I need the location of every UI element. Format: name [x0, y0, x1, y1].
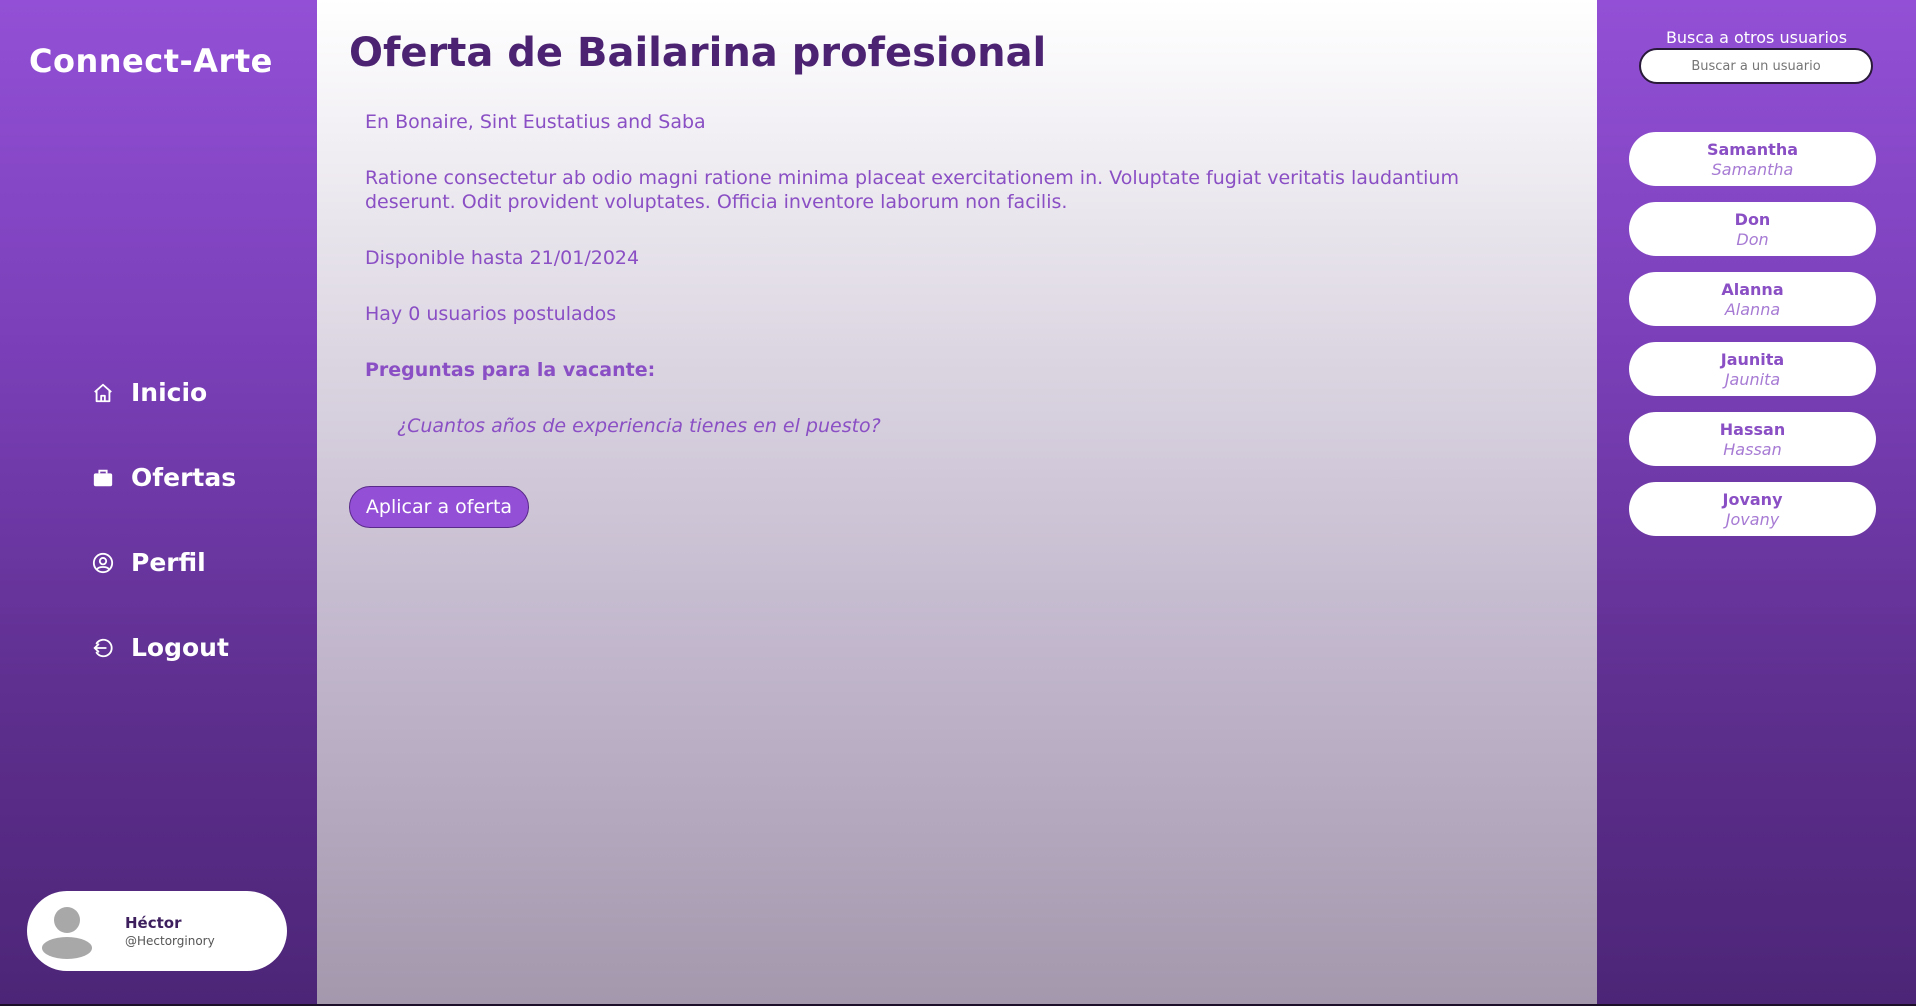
- logout-icon: [91, 636, 115, 660]
- main-nav: Inicio Ofertas Perfil Logout: [91, 350, 236, 690]
- search-title: Busca a otros usuarios: [1665, 28, 1848, 47]
- left-sidebar: Connect-Arte Inicio Ofertas Perfil Logou…: [0, 0, 317, 1004]
- user-item-username: Samantha: [1711, 159, 1794, 179]
- offer-deadline: Disponible hasta 21/01/2024: [365, 247, 640, 269]
- offer-detail: Oferta de Bailarina profesional En Bonai…: [317, 0, 1597, 1004]
- user-item-name: Jaunita: [1720, 349, 1785, 369]
- current-user-info: Héctor @Hectorginory: [125, 914, 215, 948]
- user-item[interactable]: Jovany Jovany: [1629, 482, 1876, 536]
- user-item-name: Alanna: [1721, 279, 1784, 299]
- apply-button[interactable]: Aplicar a oferta: [349, 486, 529, 528]
- user-item-name: Don: [1734, 209, 1771, 229]
- home-icon: [91, 381, 115, 405]
- current-user-handle: @Hectorginory: [125, 934, 215, 948]
- current-user-name: Héctor: [125, 914, 182, 932]
- user-item[interactable]: Hassan Hassan: [1629, 412, 1876, 466]
- user-item-username: Don: [1736, 229, 1769, 249]
- nav-item-perfil[interactable]: Perfil: [91, 520, 236, 605]
- app: Connect-Arte Inicio Ofertas Perfil Logou…: [0, 0, 1916, 1004]
- nav-item-ofertas[interactable]: Ofertas: [91, 435, 236, 520]
- nav-item-inicio[interactable]: Inicio: [91, 350, 236, 435]
- briefcase-icon: [91, 466, 115, 490]
- user-list: Samantha Samantha Don Don Alanna Alanna …: [1629, 132, 1876, 552]
- user-circle-icon: [91, 551, 115, 575]
- applicants-count: Hay 0 usuarios postulados: [365, 303, 617, 325]
- user-item[interactable]: Don Don: [1629, 202, 1876, 256]
- user-item-name: Samantha: [1706, 139, 1798, 159]
- user-search-input[interactable]: [1639, 48, 1873, 84]
- user-item-username: Alanna: [1724, 299, 1781, 319]
- nav-item-logout[interactable]: Logout: [91, 605, 236, 690]
- questions-heading: Preguntas para la vacante:: [365, 359, 656, 381]
- current-user-card[interactable]: Héctor @Hectorginory: [27, 891, 287, 971]
- brand-logo[interactable]: Connect-Arte: [29, 42, 273, 80]
- user-item[interactable]: Samantha Samantha: [1629, 132, 1876, 186]
- user-item-name: Jovany: [1722, 489, 1783, 509]
- user-item-username: Jovany: [1725, 509, 1780, 529]
- user-item-name: Hassan: [1719, 419, 1786, 439]
- user-item-username: Hassan: [1723, 439, 1782, 459]
- nav-label: Logout: [131, 633, 229, 662]
- offer-location: En Bonaire, Sint Eustatius and Saba: [365, 111, 706, 133]
- user-item-username: Jaunita: [1724, 369, 1781, 389]
- avatar: [39, 903, 95, 959]
- nav-label: Inicio: [131, 378, 208, 407]
- question-item: ¿Cuantos años de experiencia tienes en e…: [397, 415, 881, 437]
- right-sidebar: Busca a otros usuarios Samantha Samantha…: [1597, 0, 1916, 1004]
- offer-description: Ratione consectetur ab odio magni ration…: [365, 167, 1459, 213]
- user-item[interactable]: Alanna Alanna: [1629, 272, 1876, 326]
- nav-label: Ofertas: [131, 463, 237, 492]
- nav-label: Perfil: [131, 548, 206, 577]
- user-item[interactable]: Jaunita Jaunita: [1629, 342, 1876, 396]
- page-title: Oferta de Bailarina profesional: [349, 30, 1047, 76]
